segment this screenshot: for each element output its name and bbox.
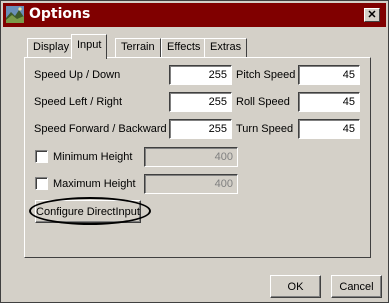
maximum-height-input[interactable]: 400	[144, 174, 238, 194]
tab-extras[interactable]: Extras	[204, 38, 248, 58]
tab-effects[interactable]: Effects	[161, 38, 207, 58]
title-bar[interactable]: Options ✕	[3, 3, 386, 27]
roll-speed-label: Roll Speed	[236, 96, 290, 108]
turn-speed-input[interactable]: 45	[298, 119, 360, 139]
ok-label: OK	[287, 280, 304, 293]
minimum-height-input[interactable]: 400	[144, 147, 238, 167]
close-button[interactable]: ✕	[364, 8, 380, 22]
maximum-height-checkbox[interactable]	[35, 177, 48, 190]
cancel-label: Cancel	[339, 280, 374, 293]
options-dialog: Options ✕ Display Input Terrain Effects …	[0, 0, 389, 303]
tab-display[interactable]: Display	[27, 38, 76, 58]
configure-directinput-label: Configure DirectInput	[36, 205, 140, 218]
speed-up-down-input[interactable]: 255	[169, 65, 232, 85]
speed-left-right-input[interactable]: 255	[169, 92, 232, 112]
cancel-button[interactable]: Cancel	[331, 275, 382, 298]
tab-input[interactable]: Input	[71, 34, 108, 59]
minimum-height-label: Minimum Height	[53, 151, 133, 163]
speed-forward-backward-label: Speed Forward / Backward	[34, 123, 167, 135]
tab-terrain[interactable]: Terrain	[115, 38, 161, 58]
close-icon: ✕	[367, 8, 377, 21]
maximum-height-label: Maximum Height	[53, 178, 136, 190]
pitch-speed-input[interactable]: 45	[298, 65, 360, 85]
app-icon	[6, 6, 24, 23]
roll-speed-input[interactable]: 45	[298, 92, 360, 112]
window-title: Options	[29, 6, 91, 22]
ok-button[interactable]: OK	[270, 275, 321, 298]
minimum-height-checkbox[interactable]	[35, 150, 48, 163]
speed-forward-backward-input[interactable]: 255	[169, 119, 232, 139]
configure-directinput-button[interactable]: Configure DirectInput	[35, 200, 141, 223]
speed-left-right-label: Speed Left / Right	[34, 96, 123, 108]
pitch-speed-label: Pitch Speed	[236, 69, 296, 81]
turn-speed-label: Turn Speed	[236, 123, 294, 135]
speed-up-down-label: Speed Up / Down	[34, 69, 121, 81]
